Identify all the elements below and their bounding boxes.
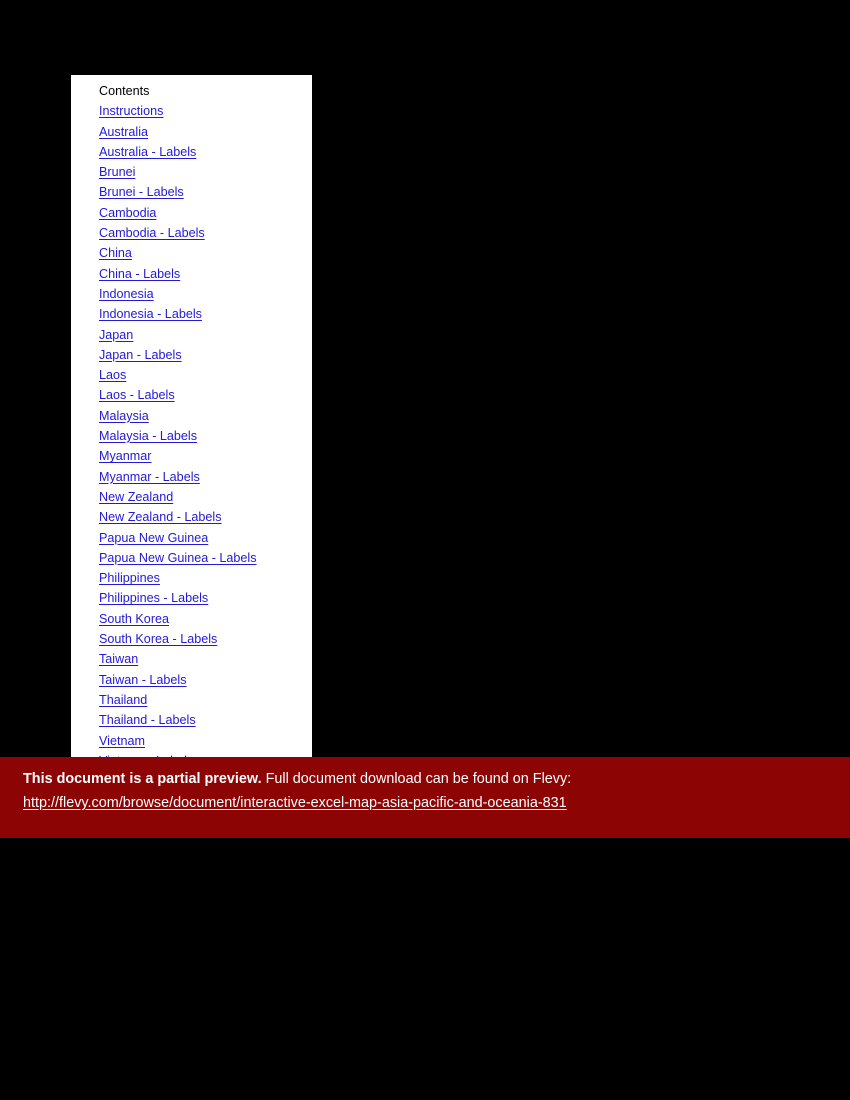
toc-link-label: Indonesia [99,286,154,301]
toc-link[interactable]: Myanmar - Labels [99,467,312,487]
toc-link-label: Thailand [99,692,148,707]
toc-link-label: Japan [99,327,134,342]
toc-link[interactable]: Laos - Labels [99,385,312,405]
toc-link-label: New Zealand - Labels [99,510,222,525]
toc-link-label: Myanmar - Labels [99,469,200,484]
toc-link-label: South Korea [99,611,170,626]
toc-link-label: Papua New Guinea [99,530,209,545]
toc-link[interactable]: Indonesia - Labels [99,304,312,324]
toc-link[interactable]: Instructions [99,101,312,121]
toc-link-label: Thailand - Labels [99,713,196,728]
toc-link[interactable]: Cambodia - Labels [99,223,312,243]
preview-notice: This document is a partial preview. Full… [23,769,850,790]
toc-link-label: Brunei [99,165,136,180]
toc-link[interactable]: Brunei - Labels [99,182,312,202]
toc-link-label: Japan - Labels [99,347,182,362]
toc-link[interactable]: Philippines [99,568,312,588]
toc-link[interactable]: Papua New Guinea [99,528,312,548]
toc-link[interactable]: Brunei [99,162,312,182]
toc-link[interactable]: Thailand - Labels [99,710,312,730]
toc-link[interactable]: Cambodia [99,203,312,223]
toc-link[interactable]: Thailand [99,690,312,710]
toc-link-label: New Zealand [99,489,174,504]
toc-link[interactable]: Laos [99,365,312,385]
toc-link[interactable]: Australia - Labels [99,142,312,162]
toc-link[interactable]: China - Labels [99,264,312,284]
toc-link[interactable]: New Zealand - Labels [99,507,312,527]
toc-link[interactable]: New Zealand [99,487,312,507]
toc-link[interactable]: Japan [99,325,312,345]
toc-link[interactable]: Myanmar [99,446,312,466]
toc-link[interactable]: Japan - Labels [99,345,312,365]
toc-link[interactable]: Indonesia [99,284,312,304]
toc-link-label: Indonesia - Labels [99,307,202,322]
toc-link[interactable]: Taiwan [99,649,312,669]
toc-link-label: Australia - Labels [99,144,197,159]
toc-link[interactable]: China [99,243,312,263]
toc-link-label: China - Labels [99,266,181,281]
toc-link[interactable]: South Korea - Labels [99,629,312,649]
preview-notice-bold: This document is a partial preview. [23,771,262,787]
toc-link[interactable]: South Korea [99,609,312,629]
toc-link-label: Vietnam [99,733,145,748]
toc-link-label: Philippines - Labels [99,591,209,606]
preview-banner: This document is a partial preview. Full… [0,757,850,838]
toc-link-label: Brunei - Labels [99,185,184,200]
toc-link[interactable]: Malaysia [99,406,312,426]
table-of-contents: Contents Instructions Australia Australia … [71,75,312,757]
toc-link-label: Taiwan - Labels [99,672,187,687]
toc-link-label: Philippines [99,571,160,586]
toc-link-label: Cambodia [99,205,157,220]
toc-link[interactable]: Australia [99,122,312,142]
toc-link-label: China [99,246,132,261]
toc-link[interactable]: Vietnam [99,731,312,751]
toc-link-label: Malaysia - Labels [99,429,197,444]
toc-link-label: Instructions [99,104,164,119]
contents-heading: Contents [99,84,150,98]
toc-link-label: South Korea - Labels [99,632,218,647]
toc-link-label: Malaysia [99,408,149,423]
document-page: Contents Instructions Australia Australia … [71,75,312,757]
toc-link-label: Laos [99,368,127,383]
toc-link[interactable]: Philippines - Labels [99,588,312,608]
toc-link-label: Taiwan [99,652,139,667]
toc-link-label: Papua New Guinea - Labels [99,550,257,565]
preview-notice-rest: Full document download can be found on F… [265,771,572,787]
toc-link-label: Australia [99,124,148,139]
toc-link[interactable]: Papua New Guinea - Labels [99,548,312,568]
toc-link[interactable]: Taiwan - Labels [99,670,312,690]
toc-link-label: Myanmar [99,449,152,464]
toc-link[interactable]: Malaysia - Labels [99,426,312,446]
flevy-download-link[interactable]: http://flevy.com/browse/document/interac… [23,793,567,814]
toc-link-label: Laos - Labels [99,388,175,403]
toc-link-label: Cambodia - Labels [99,226,205,241]
